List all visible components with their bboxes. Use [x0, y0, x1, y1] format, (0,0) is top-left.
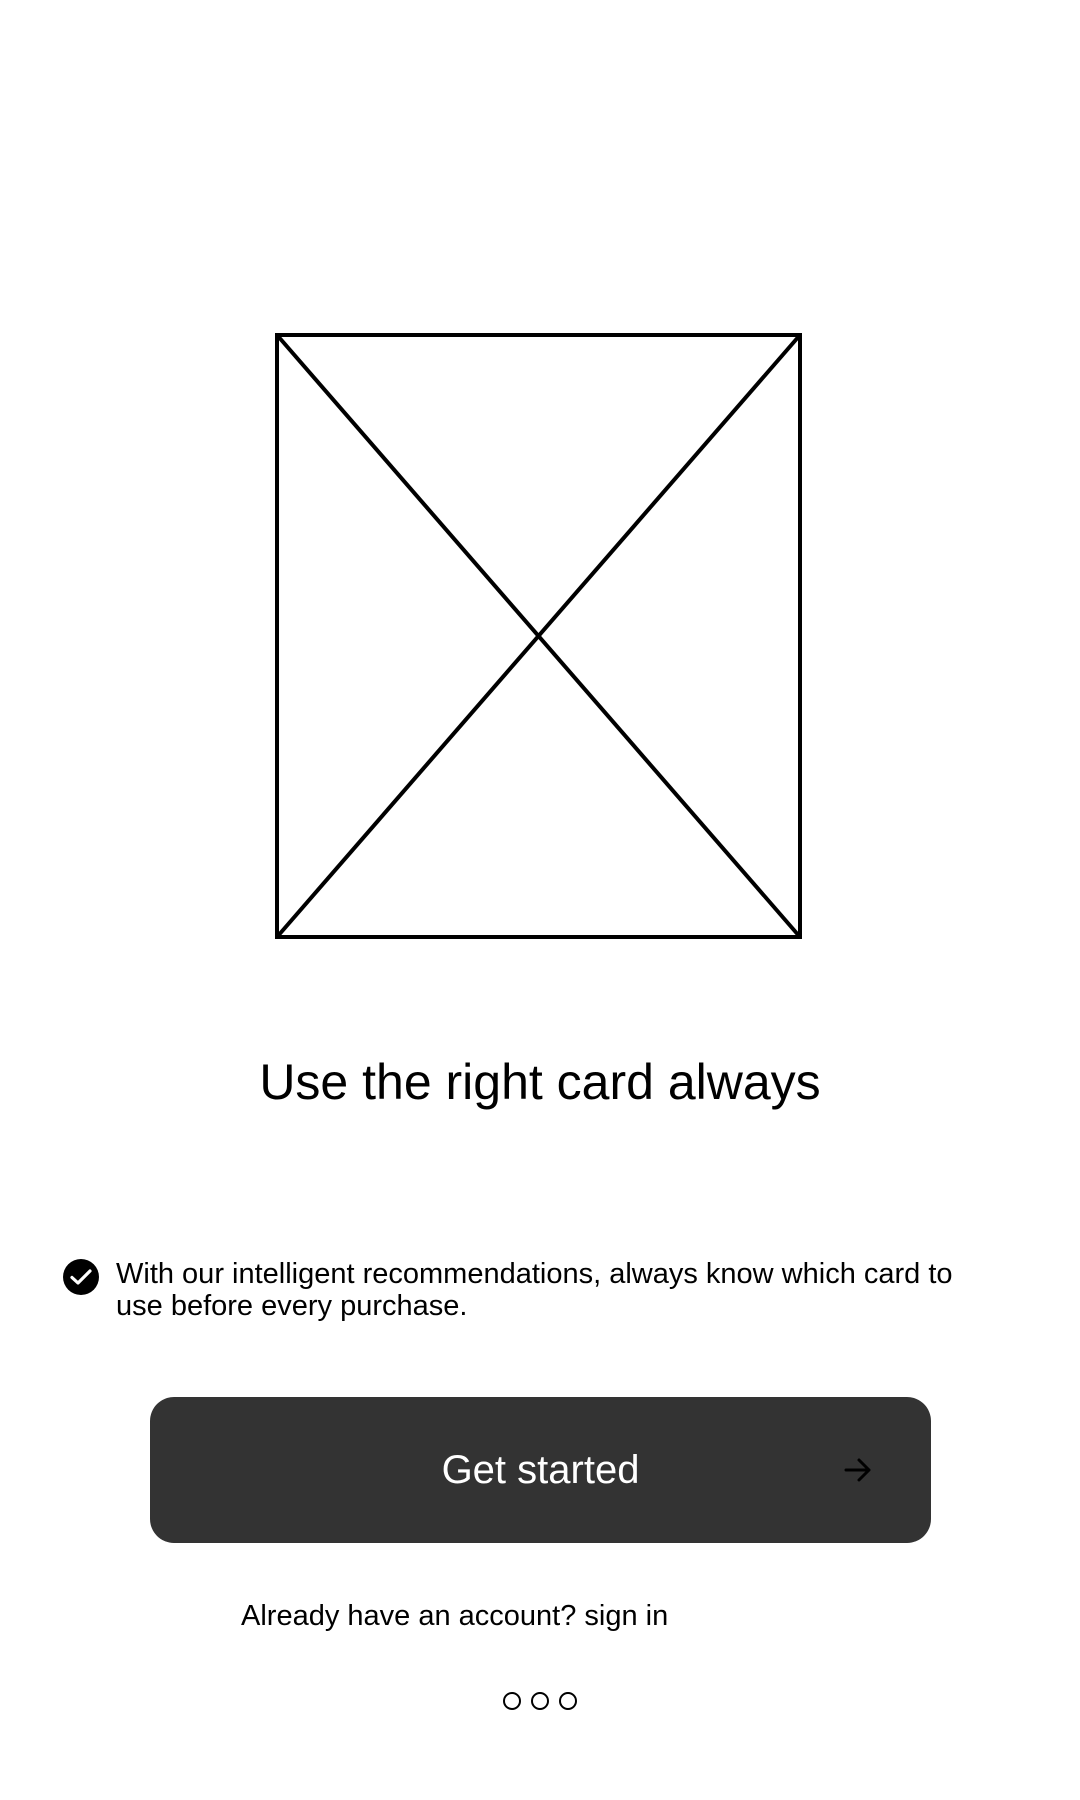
hero-image-placeholder [275, 333, 802, 939]
page-dot[interactable] [559, 1692, 577, 1710]
get-started-button[interactable]: Get started [150, 1397, 931, 1543]
feature-description: With our intelligent recommendations, al… [116, 1258, 953, 1322]
page-indicator [503, 1692, 587, 1710]
arrow-right-icon [844, 1458, 871, 1482]
sign-in-link[interactable]: Already have an account? sign in [241, 1598, 668, 1634]
check-badge-icon [63, 1259, 99, 1295]
feature-item: With our intelligent recommendations, al… [62, 1258, 982, 1322]
page-dot[interactable] [503, 1692, 521, 1710]
image-placeholder-icon [275, 333, 802, 939]
get-started-label: Get started [441, 1448, 640, 1492]
page-dot[interactable] [531, 1692, 549, 1710]
headline: Use the right card always [259, 1054, 821, 1110]
